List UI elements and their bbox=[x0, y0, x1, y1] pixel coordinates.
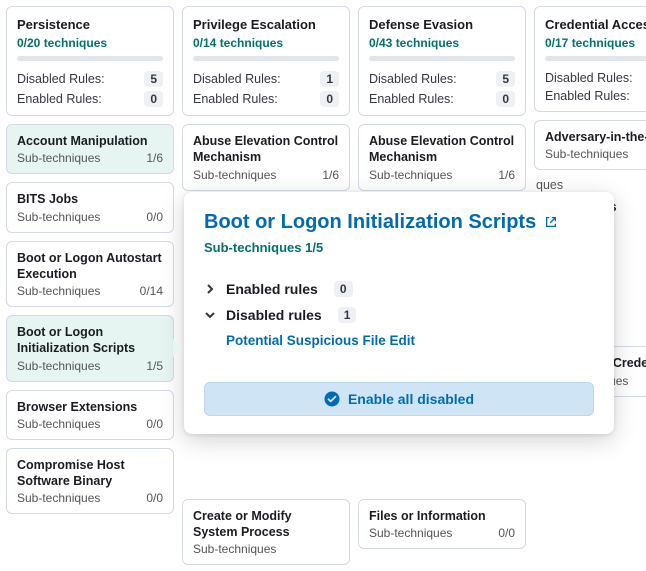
disabled-rules-row: Disabled Rules:1 bbox=[193, 71, 339, 87]
progress-bar bbox=[369, 56, 515, 61]
check-circle-icon bbox=[324, 391, 340, 407]
popover-title: Boot or Logon Initialization Scripts bbox=[204, 210, 536, 234]
tactic-header: Privilege Escalation 0/14 techniques Disab… bbox=[182, 6, 350, 116]
technique-name: Boot or Logon Autostart Execution bbox=[17, 250, 163, 283]
technique-name: Files or Information bbox=[369, 508, 515, 524]
partial-text: ques bbox=[534, 178, 646, 192]
disabled-rules-row: Disabled Rules: bbox=[545, 71, 646, 85]
technique-detail-popover: Boot or Logon Initialization Scripts Sub… bbox=[184, 192, 614, 434]
disabled-count-badge: 1 bbox=[320, 71, 339, 87]
enabled-rules-toggle[interactable]: Enabled rules 0 bbox=[204, 281, 594, 297]
technique-name: Abuse Elevation Control Mechanism bbox=[193, 133, 339, 166]
technique-subtechniques: Sub-techniques0/0 bbox=[17, 210, 163, 224]
technique-subtechniques: Sub-techniques1/6 bbox=[369, 168, 515, 182]
disabled-rules-row: Disabled Rules:5 bbox=[369, 71, 515, 87]
tactic-techniques-count: 0/14 techniques bbox=[193, 36, 339, 50]
enabled-rules-count: 0 bbox=[334, 281, 353, 297]
enabled-rules-row: Enabled Rules:0 bbox=[17, 91, 163, 107]
technique-name: Create or Modify System Process bbox=[193, 508, 339, 541]
popover-subtechniques-count: Sub-techniques 1/5 bbox=[204, 240, 594, 255]
technique-card[interactable]: Compromise Host Software BinarySub-techn… bbox=[6, 448, 174, 515]
technique-name: Account Manipulation bbox=[17, 133, 163, 149]
tactic-techniques-count: 0/20 techniques bbox=[17, 36, 163, 50]
technique-card[interactable]: BITS Jobs Sub-techniques0/0 bbox=[6, 182, 174, 232]
disabled-rules-label: Disabled rules bbox=[226, 307, 322, 323]
enabled-rules-row: Enabled Rules: bbox=[545, 89, 646, 103]
technique-subtechniques: Sub-techniques0/0 bbox=[369, 526, 515, 540]
progress-bar bbox=[193, 56, 339, 61]
technique-card[interactable]: Account Manipulation Sub-techniques1/6 bbox=[6, 124, 174, 174]
enabled-rules-label: Enabled rules bbox=[226, 281, 318, 297]
technique-name: Abuse Elevation Control Mechanism bbox=[369, 133, 515, 166]
rule-link[interactable]: Potential Suspicious File Edit bbox=[226, 333, 594, 348]
tactic-title: Persistence bbox=[17, 17, 163, 32]
technique-card[interactable]: Abuse Elevation Control Mechanism Sub-tec… bbox=[182, 124, 350, 191]
technique-card[interactable]: Abuse Elevation Control Mechanism Sub-tec… bbox=[358, 124, 526, 191]
tactic-techniques-count: 0/17 techniques bbox=[545, 36, 646, 50]
progress-bar bbox=[545, 56, 646, 61]
enabled-count-badge: 0 bbox=[496, 91, 515, 107]
technique-card[interactable]: Adversary-in-the-Middle Sub-techniques bbox=[534, 120, 646, 170]
disabled-rules-count: 1 bbox=[338, 307, 357, 323]
technique-card[interactable]: Browser Extensions Sub-techniques0/0 bbox=[6, 390, 174, 440]
external-link-icon[interactable] bbox=[544, 215, 558, 229]
technique-card[interactable]: Files or Information Sub-techniques0/0 bbox=[358, 499, 526, 549]
technique-subtechniques: Sub-techniques bbox=[545, 147, 646, 161]
tactic-techniques-count: 0/43 techniques bbox=[369, 36, 515, 50]
technique-subtechniques: Sub-techniques1/6 bbox=[17, 151, 163, 165]
technique-card[interactable]: Boot or Logon Autostart ExecutionSub-tec… bbox=[6, 241, 174, 308]
tactic-header: Persistence 0/20 techniques Disabled Rules… bbox=[6, 6, 174, 116]
tactic-header: Defense Evasion 0/43 techniques Disabled R… bbox=[358, 6, 526, 116]
technique-name: Boot or Logon Initialization Scripts bbox=[17, 324, 163, 357]
enabled-rules-row: Enabled Rules:0 bbox=[193, 91, 339, 107]
technique-subtechniques: Sub-techniques1/6 bbox=[193, 168, 339, 182]
tactic-title: Defense Evasion bbox=[369, 17, 515, 32]
enable-all-disabled-button[interactable]: Enable all disabled bbox=[204, 382, 594, 416]
technique-subtechniques: Sub-techniques0/0 bbox=[17, 417, 163, 431]
progress-bar bbox=[17, 56, 163, 61]
enable-all-label: Enable all disabled bbox=[348, 391, 474, 407]
tactic-title: Privilege Escalation bbox=[193, 17, 339, 32]
technique-subtechniques: Sub-techniques0/14 bbox=[17, 284, 163, 298]
technique-card[interactable]: Boot or Logon Initialization Scripts Sub-… bbox=[6, 315, 174, 382]
disabled-count-badge: 5 bbox=[496, 71, 515, 87]
chevron-down-icon bbox=[204, 309, 216, 321]
technique-subtechniques: Sub-techniques1/5 bbox=[17, 359, 163, 373]
technique-name: Compromise Host Software Binary bbox=[17, 457, 163, 490]
technique-card[interactable]: Create or Modify System ProcessSub-techn… bbox=[182, 499, 350, 566]
technique-name: BITS Jobs bbox=[17, 191, 163, 207]
active-caret-icon bbox=[173, 339, 182, 357]
disabled-rules-toggle[interactable]: Disabled rules 1 bbox=[204, 307, 594, 323]
enabled-count-badge: 0 bbox=[144, 91, 163, 107]
chevron-right-icon bbox=[204, 283, 216, 295]
enabled-count-badge: 0 bbox=[320, 91, 339, 107]
technique-name: Browser Extensions bbox=[17, 399, 163, 415]
tactic-title: Credential Access bbox=[545, 17, 646, 32]
disabled-count-badge: 5 bbox=[144, 71, 163, 87]
technique-subtechniques: Sub-techniques0/0 bbox=[17, 491, 163, 505]
enabled-rules-row: Enabled Rules:0 bbox=[369, 91, 515, 107]
tactic-header: Credential Access 0/17 techniques Disabled… bbox=[534, 6, 646, 112]
technique-name: Adversary-in-the-Middle bbox=[545, 129, 646, 145]
technique-subtechniques: Sub-techniques bbox=[193, 542, 339, 556]
disabled-rules-row: Disabled Rules:5 bbox=[17, 71, 163, 87]
